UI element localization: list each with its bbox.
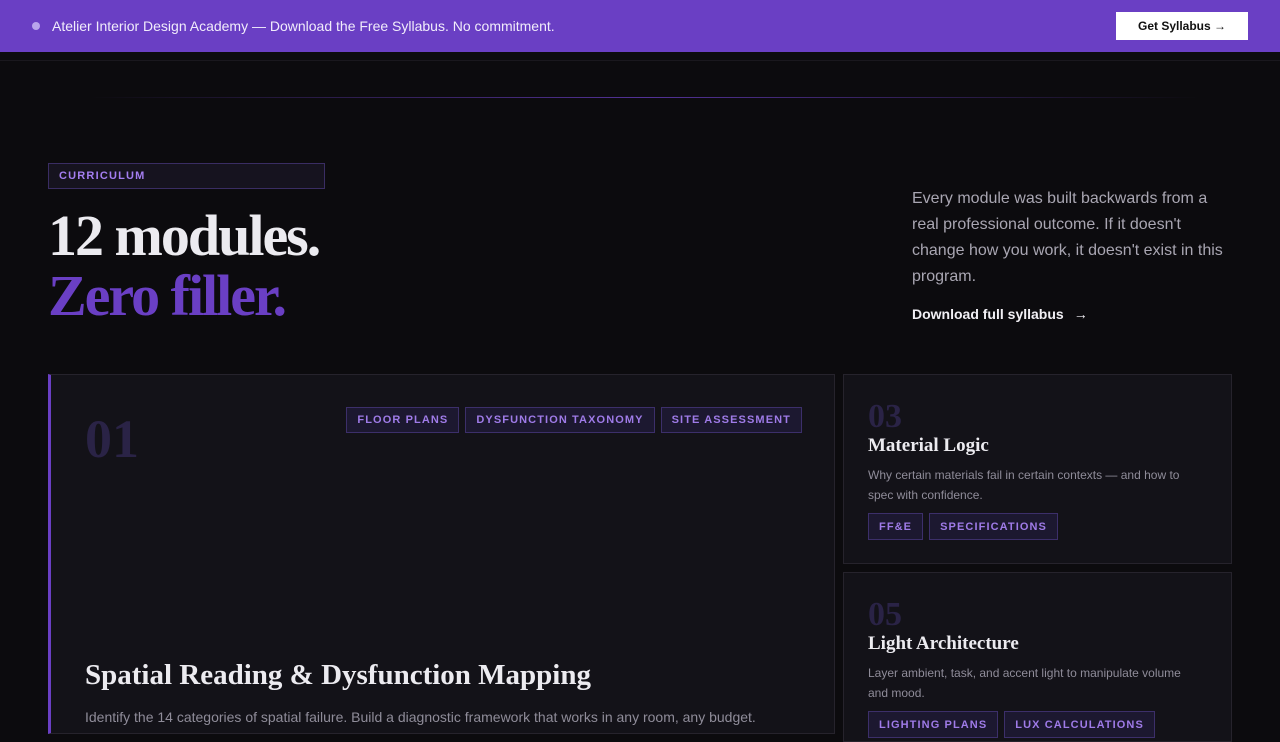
headline-line-1: 12 modules. [48, 203, 321, 268]
module-tags: FF&E SPECIFICATIONS [868, 513, 1058, 540]
section-intro: Every module was built backwards from a … [912, 190, 1223, 285]
download-syllabus-label: Download full syllabus [912, 306, 1064, 322]
header-divider [0, 60, 1280, 61]
module-card-05[interactable]: 05 Light Architecture Layer ambient, tas… [843, 572, 1232, 742]
module-tag: FF&E [868, 513, 924, 540]
module-tag: LUX CALCULATIONS [1004, 711, 1155, 738]
module-number: 01 [85, 409, 139, 469]
module-tags: FLOOR PLANS DYSFUNCTION TAXONOMY SITE AS… [346, 407, 802, 433]
bullet-dot-icon [32, 22, 40, 30]
section-eyebrow: CURRICULUM [48, 163, 325, 189]
arrow-right-icon: → [1073, 306, 1088, 322]
module-title: Spatial Reading & Dysfunction Mapping [85, 659, 591, 691]
module-tag: LIGHTING PLANS [868, 711, 999, 738]
announcement-banner: Atelier Interior Design Academy — Downlo… [0, 0, 1280, 52]
banner-message: Atelier Interior Design Academy — Downlo… [52, 18, 555, 34]
module-tag: DYSFUNCTION TAXONOMY [465, 407, 655, 433]
module-tag: FLOOR PLANS [346, 407, 460, 433]
module-description: Layer ambient, task, and accent light to… [868, 666, 1181, 700]
module-description: Identify the 14 categories of spatial fa… [85, 709, 756, 725]
module-tags: LIGHTING PLANS LUX CALCULATIONS [868, 711, 1155, 738]
module-tag: SPECIFICATIONS [929, 513, 1058, 540]
module-number: 05 [868, 596, 902, 633]
module-title: Light Architecture [868, 633, 1019, 654]
module-description: Why certain materials fail in certain co… [868, 468, 1180, 502]
module-title: Material Logic [868, 435, 989, 456]
module-tag: SITE ASSESSMENT [660, 407, 802, 433]
module-card-03[interactable]: 03 Material Logic Why certain materials … [843, 374, 1232, 564]
module-card-01[interactable]: 01 FLOOR PLANS DYSFUNCTION TAXONOMY SITE… [48, 374, 835, 734]
glow-divider [90, 97, 1200, 98]
download-syllabus-link[interactable]: Download full syllabus → [912, 306, 1088, 322]
section-headline: 12 modules. Zero filler. [48, 203, 321, 328]
module-number: 03 [868, 398, 902, 435]
headline-line-2: Zero filler. [48, 263, 287, 328]
get-syllabus-button[interactable]: Get Syllabus → [1116, 12, 1248, 40]
